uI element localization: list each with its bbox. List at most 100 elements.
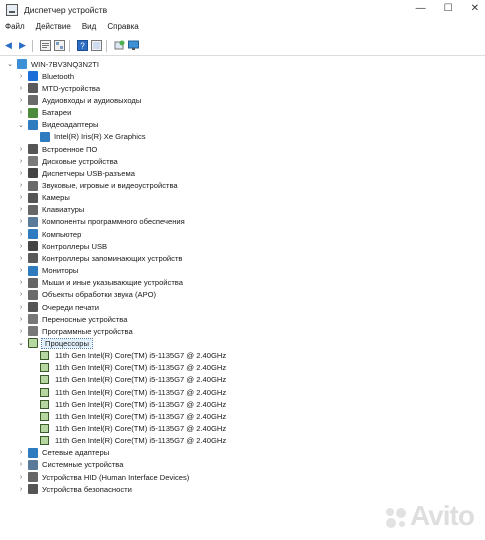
monitor-icon[interactable] <box>128 40 139 51</box>
forward-icon[interactable]: ▶ <box>17 40 28 51</box>
device-list-icon[interactable] <box>91 40 102 51</box>
category-item[interactable]: › Аудиовходы и аудиовыходы <box>17 94 141 106</box>
properties-icon[interactable] <box>40 40 51 51</box>
chevron-right-icon[interactable]: › <box>17 73 25 80</box>
tree-root[interactable]: ⌄ WIN-7BV3NQ3N2TI <box>6 58 99 70</box>
chevron-right-icon[interactable]: › <box>17 316 25 323</box>
category-item[interactable]: › Bluetooth <box>17 70 74 82</box>
tree-label: Переносные устройства <box>42 314 128 324</box>
category-item[interactable]: › Устройства безопасности <box>17 483 132 495</box>
category-item[interactable]: › Сетевые адаптеры <box>17 447 109 459</box>
title-bar: Диспетчер устройств — ☐ ✕ <box>0 0 485 20</box>
chevron-right-icon[interactable]: › <box>17 304 25 311</box>
category-item[interactable]: › Компьютер <box>17 228 81 240</box>
category-item[interactable]: › Очереди печати <box>17 301 99 313</box>
device-item[interactable]: Intel(R) Iris(R) Xe Graphics <box>40 131 146 143</box>
tree-label: Системные устройства <box>42 460 124 470</box>
chevron-right-icon[interactable]: › <box>17 474 25 481</box>
chevron-right-icon[interactable]: › <box>17 231 25 238</box>
device-icon <box>28 484 38 495</box>
category-item[interactable]: › Контроллеры USB <box>17 240 107 252</box>
category-item[interactable]: › Компоненты программного обеспечения <box>17 216 185 228</box>
device-icon <box>28 192 38 203</box>
tree-label: Мыши и иные указывающие устройства <box>42 278 183 288</box>
category-item[interactable]: › Мониторы <box>17 265 78 277</box>
category-item[interactable]: › Диспетчеры USB-разъема <box>17 167 135 179</box>
menu-help[interactable]: Справка <box>102 22 144 36</box>
chevron-right-icon[interactable]: › <box>17 194 25 201</box>
chevron-right-icon[interactable]: › <box>17 206 25 213</box>
maximize-icon[interactable]: ☐ <box>444 3 453 14</box>
tree-label: Аудиовходы и аудиовыходы <box>42 95 142 105</box>
category-item[interactable]: › Клавиатуры <box>17 204 84 216</box>
category-item[interactable]: › Встроенное ПО <box>17 143 97 155</box>
chevron-right-icon[interactable]: › <box>17 255 25 262</box>
category-item[interactable]: › Переносные устройства <box>17 313 127 325</box>
chevron-down-icon[interactable]: ⌄ <box>6 60 14 68</box>
category-item[interactable]: › Мыши и иные указывающие устройства <box>17 277 183 289</box>
chevron-right-icon[interactable]: › <box>17 267 25 274</box>
tree-label: Видеоадаптеры <box>42 120 99 130</box>
category-item[interactable]: › Камеры <box>17 192 70 204</box>
chevron-right-icon[interactable]: › <box>17 486 25 493</box>
menu-action[interactable]: Действие <box>31 22 77 36</box>
chevron-right-icon[interactable]: › <box>17 170 25 177</box>
tree-label: Процессоры <box>41 337 93 349</box>
chevron-right-icon[interactable]: › <box>17 218 25 225</box>
category-item[interactable]: › Устройства HID (Human Interface Devices… <box>17 471 189 483</box>
chevron-right-icon[interactable]: › <box>17 85 25 92</box>
chevron-right-icon[interactable]: › <box>17 449 25 456</box>
device-icon <box>28 95 38 106</box>
chevron-right-icon[interactable]: › <box>17 243 25 250</box>
category-item[interactable]: › Объекты обработки звука (APO) <box>17 289 156 301</box>
tree-label: Программные устройства <box>42 326 133 336</box>
category-item[interactable]: › Дисковые устройства <box>17 155 118 167</box>
close-icon[interactable]: ✕ <box>471 3 479 14</box>
category-item[interactable]: › MTD-устройства <box>17 82 100 94</box>
back-icon[interactable]: ◀ <box>3 40 14 51</box>
cpu-item[interactable]: 11th Gen Intel(R) Core(TM) i5-1135G7 @ 2… <box>40 435 226 447</box>
chevron-right-icon[interactable]: › <box>17 158 25 165</box>
chevron-right-icon[interactable]: › <box>17 146 25 153</box>
device-icon <box>28 168 38 179</box>
cpu-item[interactable]: 11th Gen Intel(R) Core(TM) i5-1135G7 @ 2… <box>40 362 226 374</box>
chevron-right-icon[interactable]: › <box>17 291 25 298</box>
chevron-right-icon[interactable]: › <box>17 328 25 335</box>
chevron-right-icon[interactable]: › <box>17 182 25 189</box>
cpu-item[interactable]: 11th Gen Intel(R) Core(TM) i5-1135G7 @ 2… <box>40 398 226 410</box>
device-icon <box>28 83 38 94</box>
chevron-down-icon[interactable]: ⌄ <box>17 121 25 129</box>
processor-icon <box>40 399 49 409</box>
category-item[interactable]: › Батареи <box>17 107 71 119</box>
chevron-right-icon[interactable]: › <box>17 109 25 116</box>
device-icon <box>28 204 38 215</box>
tree-label: Встроенное ПО <box>42 144 98 154</box>
tree-label: Сетевые адаптеры <box>42 448 110 458</box>
chevron-right-icon[interactable]: › <box>17 279 25 286</box>
tree-label: 11th Gen Intel(R) Core(TM) i5-1135G7 @ 2… <box>55 375 227 385</box>
category-item[interactable]: ⌄ Процессоры <box>17 337 93 349</box>
cpu-item[interactable]: 11th Gen Intel(R) Core(TM) i5-1135G7 @ 2… <box>40 374 226 386</box>
cpu-item[interactable]: 11th Gen Intel(R) Core(TM) i5-1135G7 @ 2… <box>40 410 226 422</box>
chevron-down-icon[interactable]: ⌄ <box>17 339 25 347</box>
tree-label: Bluetooth <box>42 71 75 81</box>
tree-label: Диспетчеры USB-разъема <box>42 168 135 178</box>
category-item[interactable]: › Звуковые, игровые и видеоустройства <box>17 180 178 192</box>
help-icon[interactable]: ? <box>77 40 88 51</box>
cpu-item[interactable]: 11th Gen Intel(R) Core(TM) i5-1135G7 @ 2… <box>40 423 226 435</box>
chevron-right-icon[interactable]: › <box>17 461 25 468</box>
minimize-icon[interactable]: — <box>416 3 426 14</box>
menu-view[interactable]: Вид <box>77 22 102 36</box>
category-item[interactable]: ⌄ Видеоадаптеры <box>17 119 98 131</box>
tree-label: Батареи <box>42 108 72 118</box>
category-item[interactable]: › Программные устройства <box>17 325 133 337</box>
tree-view-icon[interactable] <box>54 40 65 51</box>
cpu-item[interactable]: 11th Gen Intel(R) Core(TM) i5-1135G7 @ 2… <box>40 386 226 398</box>
chevron-right-icon[interactable]: › <box>17 97 25 104</box>
menu-file[interactable]: Файл <box>0 22 31 36</box>
cpu-item[interactable]: 11th Gen Intel(R) Core(TM) i5-1135G7 @ 2… <box>40 350 226 362</box>
category-item[interactable]: › Контроллеры запоминающих устройств <box>17 252 182 264</box>
scan-hardware-icon[interactable] <box>114 40 125 51</box>
category-item[interactable]: › Системные устройства <box>17 459 123 471</box>
device-icon <box>28 253 38 264</box>
